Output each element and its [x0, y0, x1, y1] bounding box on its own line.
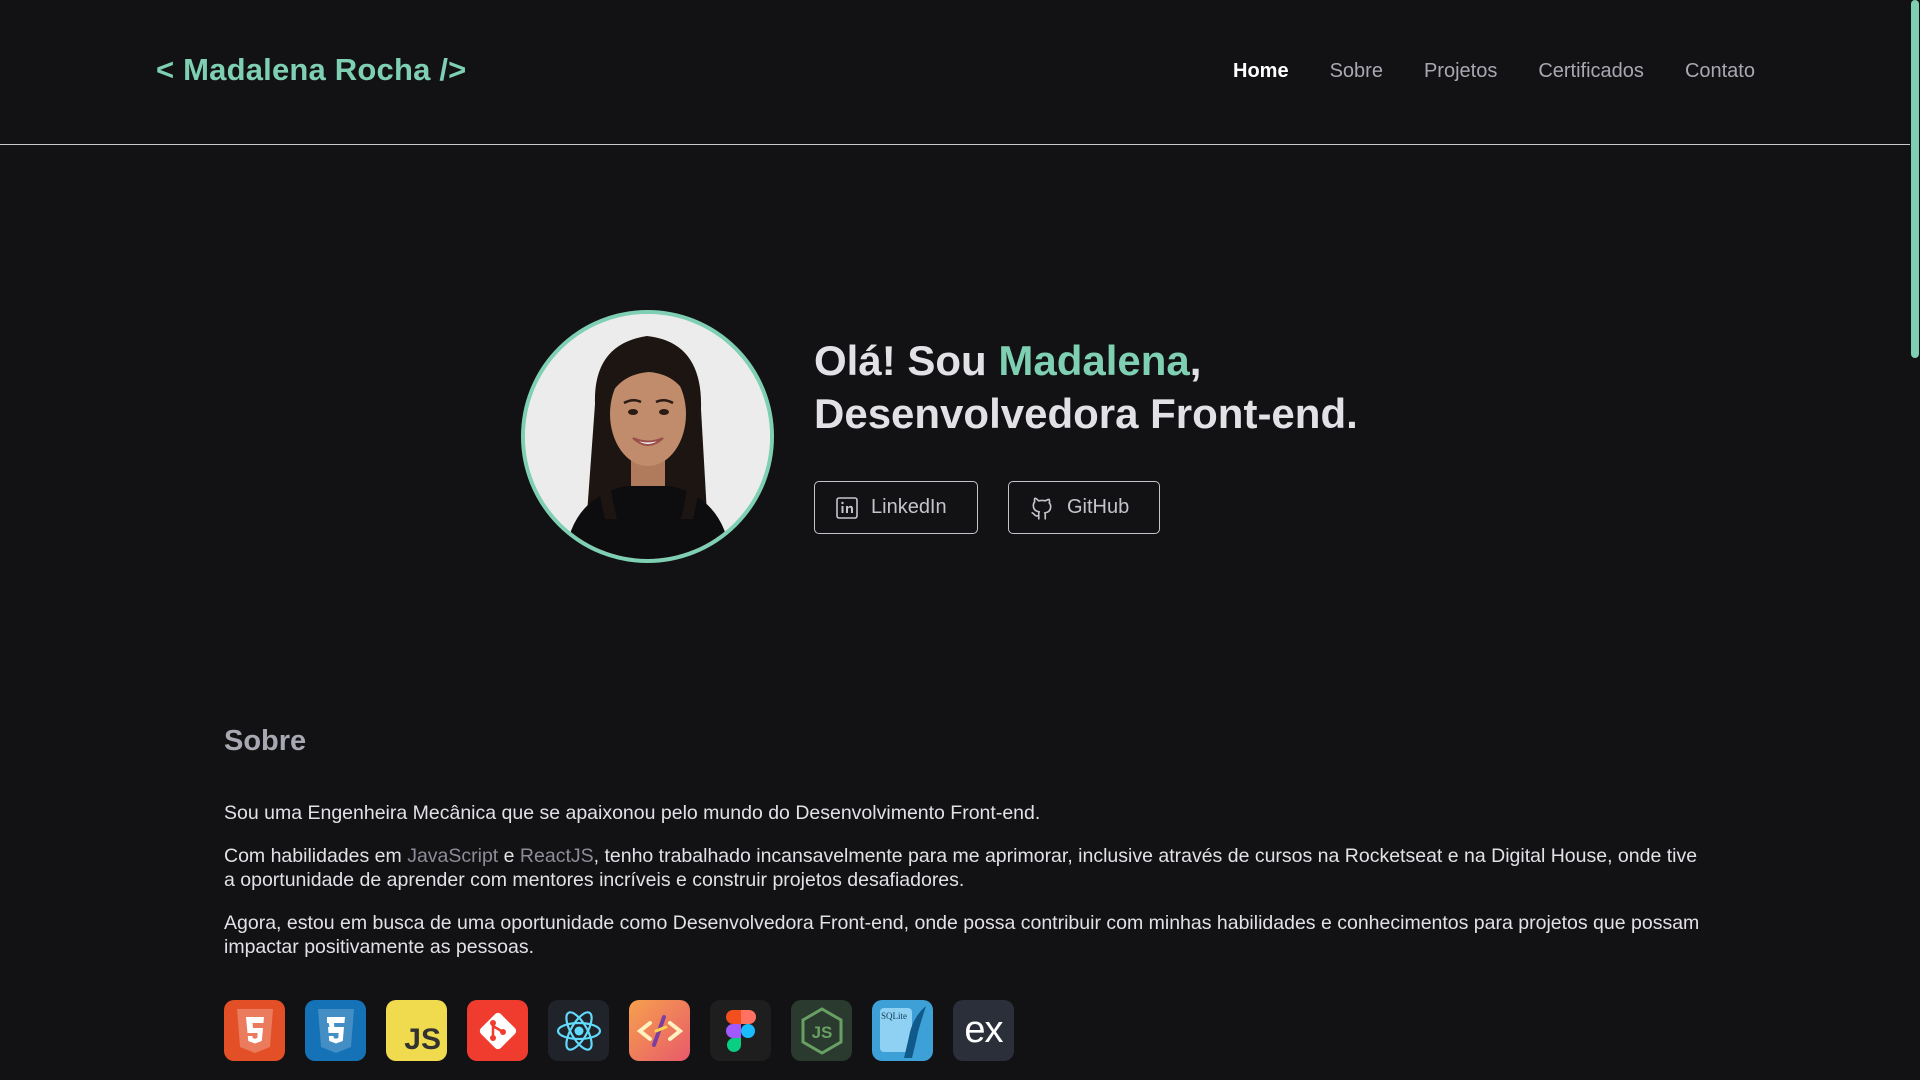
greeting-suffix: ,: [1189, 337, 1202, 384]
site-header: < Madalena Rocha /> Home Sobre Projetos …: [0, 0, 1910, 145]
express-icon-text: ex: [964, 1009, 1003, 1051]
svg-text:JS: JS: [811, 1023, 832, 1042]
hero-heading: Olá! Sou Madalena, Desenvolvedora Front-…: [814, 334, 1358, 440]
about-title: Sobre: [224, 725, 307, 757]
about-paragraph-3: Agora, estou em busca de uma oportunidad…: [224, 912, 1700, 958]
nav-certificados[interactable]: Certificados: [1538, 60, 1644, 83]
profile-avatar: [521, 310, 774, 563]
nav-projetos[interactable]: Projetos: [1424, 60, 1497, 83]
nodejs-icon: JS: [791, 1000, 852, 1061]
javascript-icon-text: JS: [404, 1023, 441, 1056]
hero-role: Desenvolvedora Front-end.: [814, 390, 1358, 437]
nav-home[interactable]: Home: [1233, 60, 1289, 83]
javascript-highlight: JavaScript: [407, 845, 499, 867]
storybook-icon: [629, 1000, 690, 1061]
about-text: Sou uma Engenheira Mecânica que se apaix…: [224, 801, 1704, 978]
nav-sobre[interactable]: Sobre: [1330, 60, 1383, 83]
about-paragraph-1: Sou uma Engenheira Mecânica que se apaix…: [224, 802, 1041, 824]
express-icon: ex: [953, 1000, 1014, 1061]
skills-list: JS JS SQLite ex: [224, 1000, 1014, 1061]
about-p2-part: Com habilidades em: [224, 845, 408, 867]
linkedin-icon: [836, 496, 858, 519]
greeting-prefix: Olá! Sou: [814, 337, 999, 384]
github-label: GitHub: [1067, 496, 1130, 518]
git-icon: [467, 1000, 528, 1061]
reactjs-highlight: ReactJS: [519, 845, 594, 867]
linkedin-button[interactable]: LinkedIn: [814, 481, 978, 534]
sqlite-icon: SQLite: [872, 1000, 933, 1061]
profile-photo: [525, 314, 770, 559]
linkedin-label: LinkedIn: [871, 496, 947, 518]
css3-icon: [305, 1000, 366, 1061]
github-button[interactable]: GitHub: [1008, 481, 1160, 534]
hero-greeting: Olá! Sou Madalena,: [814, 334, 1358, 387]
hero-name: Madalena: [998, 337, 1190, 384]
site-logo[interactable]: < Madalena Rocha />: [156, 52, 466, 88]
html5-icon: [224, 1000, 285, 1061]
nav-contato[interactable]: Contato: [1685, 60, 1755, 83]
about-paragraph-2: Com habilidades em JavaScript e ReactJS,…: [224, 844, 1704, 892]
main-nav: Home Sobre Projetos Certificados Contato: [1233, 60, 1755, 83]
scrollbar-track[interactable]: [1910, 0, 1920, 1080]
sqlite-icon-text: SQLite: [881, 1011, 907, 1021]
javascript-icon: JS: [386, 1000, 447, 1061]
figma-icon: [710, 1000, 771, 1061]
github-icon: [1031, 497, 1052, 520]
about-p2-part: e: [498, 845, 520, 867]
react-icon: [548, 1000, 609, 1061]
scrollbar-thumb[interactable]: [1911, 0, 1919, 358]
